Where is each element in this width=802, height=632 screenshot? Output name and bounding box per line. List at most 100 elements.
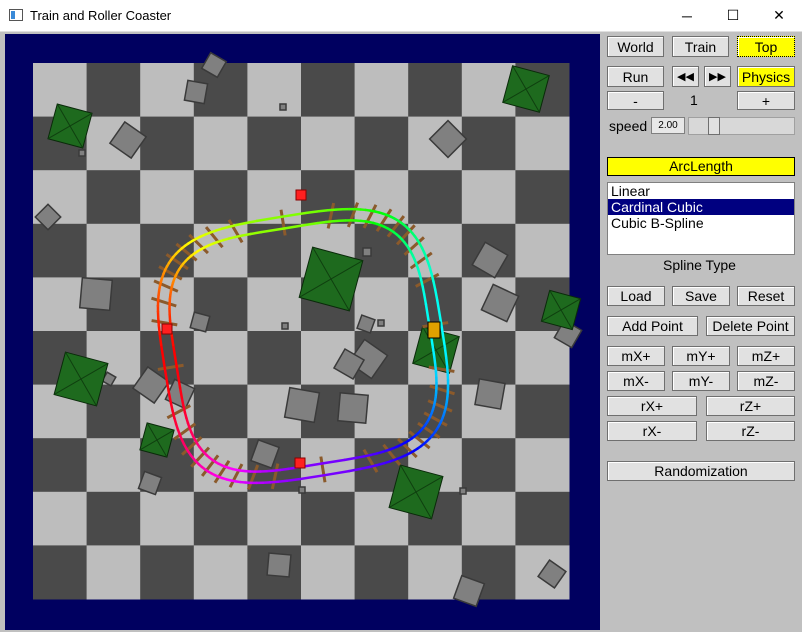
floor-tile <box>193 170 248 225</box>
floor-tile <box>461 331 516 386</box>
floor-tile <box>301 545 356 600</box>
floor-tile <box>247 331 302 386</box>
spline-option-linear[interactable]: Linear <box>608 183 794 199</box>
fast-forward-button[interactable]: ▶▶ <box>704 66 731 87</box>
cars-minus-button[interactable]: - <box>607 91 664 110</box>
track-rail <box>285 477 300 483</box>
floor-tile <box>301 491 356 546</box>
floor-tile <box>33 438 88 493</box>
track-rail <box>316 220 328 225</box>
rotate-z-minus-button[interactable]: rZ- <box>706 421 795 441</box>
floor-tile <box>515 384 570 439</box>
rewind-icon: ◀◀ <box>677 71 694 83</box>
load-button[interactable]: Load <box>607 286 665 306</box>
move-x-minus-button[interactable]: mX- <box>607 371 665 391</box>
floor-tile <box>193 116 248 171</box>
floor-tile <box>140 491 195 546</box>
floor-tile <box>247 491 302 546</box>
train-view-button[interactable]: Train <box>672 36 729 57</box>
scene-canvas[interactable] <box>5 34 600 630</box>
move-z-plus-button[interactable]: mZ+ <box>737 346 795 366</box>
floor-tile <box>86 170 141 225</box>
move-y-minus-button[interactable]: mY- <box>672 371 730 391</box>
delete-point-button[interactable]: Delete Point <box>706 316 795 336</box>
floor-tile <box>408 545 463 600</box>
floor-tile <box>33 491 88 546</box>
floor-tile <box>354 170 409 225</box>
physics-toggle[interactable]: Physics <box>737 66 795 87</box>
close-button[interactable]: ✕ <box>756 0 802 31</box>
track-rail <box>169 401 174 413</box>
track-rail <box>443 345 448 360</box>
floor-tile <box>461 170 516 225</box>
floor-tile <box>515 170 570 225</box>
move-y-plus-button[interactable]: mY+ <box>672 346 730 366</box>
floor-tile <box>461 116 516 171</box>
floor-tile <box>354 63 409 118</box>
cube <box>183 79 209 105</box>
cube <box>279 103 287 111</box>
rotate-x-minus-button[interactable]: rX- <box>607 421 697 441</box>
floor-tile <box>461 438 516 493</box>
cube <box>298 486 306 494</box>
floor-tile <box>140 170 195 225</box>
rewind-button[interactable]: ◀◀ <box>672 66 699 87</box>
floor-tile <box>140 116 195 171</box>
floor-tile <box>247 63 302 118</box>
save-button[interactable]: Save <box>672 286 730 306</box>
track-rail <box>240 232 252 237</box>
floor-tile <box>193 331 248 386</box>
fast-forward-icon: ▶▶ <box>709 71 726 83</box>
cube <box>281 322 289 330</box>
minimize-button[interactable]: ─ <box>664 0 710 31</box>
top-view-button[interactable]: Top <box>737 36 795 57</box>
spline-type-list[interactable]: Linear Cardinal Cubic Cubic B-Spline <box>607 182 795 255</box>
track-viewport[interactable] <box>5 34 600 630</box>
speed-label: speed <box>609 118 648 134</box>
floor-tile <box>193 223 248 278</box>
spline-option-cardinal-cubic[interactable]: Cardinal Cubic <box>608 199 794 215</box>
floor-tile <box>86 545 141 600</box>
control-point <box>295 189 307 201</box>
track-rail <box>432 279 437 291</box>
reset-button[interactable]: Reset <box>737 286 795 306</box>
floor-tile <box>86 63 141 118</box>
floor-tile <box>301 170 356 225</box>
move-z-minus-button[interactable]: mZ- <box>737 371 795 391</box>
track-rail <box>278 467 290 472</box>
track-rail <box>170 333 175 347</box>
spline-type-caption: Spline Type <box>663 257 736 273</box>
track-rail <box>157 324 161 336</box>
speed-value: 2.00 <box>651 117 685 134</box>
arclength-toggle[interactable]: ArcLength <box>607 157 795 176</box>
speed-slider[interactable] <box>688 117 795 135</box>
cube <box>266 552 292 578</box>
randomization-button[interactable]: Randomization <box>607 461 795 481</box>
floor-tile <box>408 170 463 225</box>
cars-plus-button[interactable]: + <box>737 91 795 110</box>
run-button[interactable]: Run <box>607 66 664 87</box>
spline-option-cubic-b-spline[interactable]: Cubic B-Spline <box>608 215 794 231</box>
floor-tile <box>247 116 302 171</box>
cube <box>189 311 211 333</box>
track-rail <box>317 208 330 213</box>
track-rail <box>306 209 321 215</box>
floor-tile <box>408 223 463 278</box>
cube <box>377 319 385 327</box>
cube <box>362 247 372 257</box>
rotate-z-plus-button[interactable]: rZ+ <box>706 396 795 416</box>
floor-tile <box>86 223 141 278</box>
speed-slider-thumb[interactable] <box>708 117 720 135</box>
rotate-x-plus-button[interactable]: rX+ <box>607 396 697 416</box>
floor-tile <box>515 491 570 546</box>
maximize-button[interactable]: ☐ <box>710 0 756 31</box>
floor-tile <box>193 545 248 600</box>
floor-tile <box>86 491 141 546</box>
floor-tile <box>301 63 356 118</box>
add-point-button[interactable]: Add Point <box>607 316 698 336</box>
world-view-button[interactable]: World <box>607 36 664 57</box>
app-icon <box>9 9 23 21</box>
cube <box>337 392 369 424</box>
floor-tile <box>515 223 570 278</box>
move-x-plus-button[interactable]: mX+ <box>607 346 665 366</box>
